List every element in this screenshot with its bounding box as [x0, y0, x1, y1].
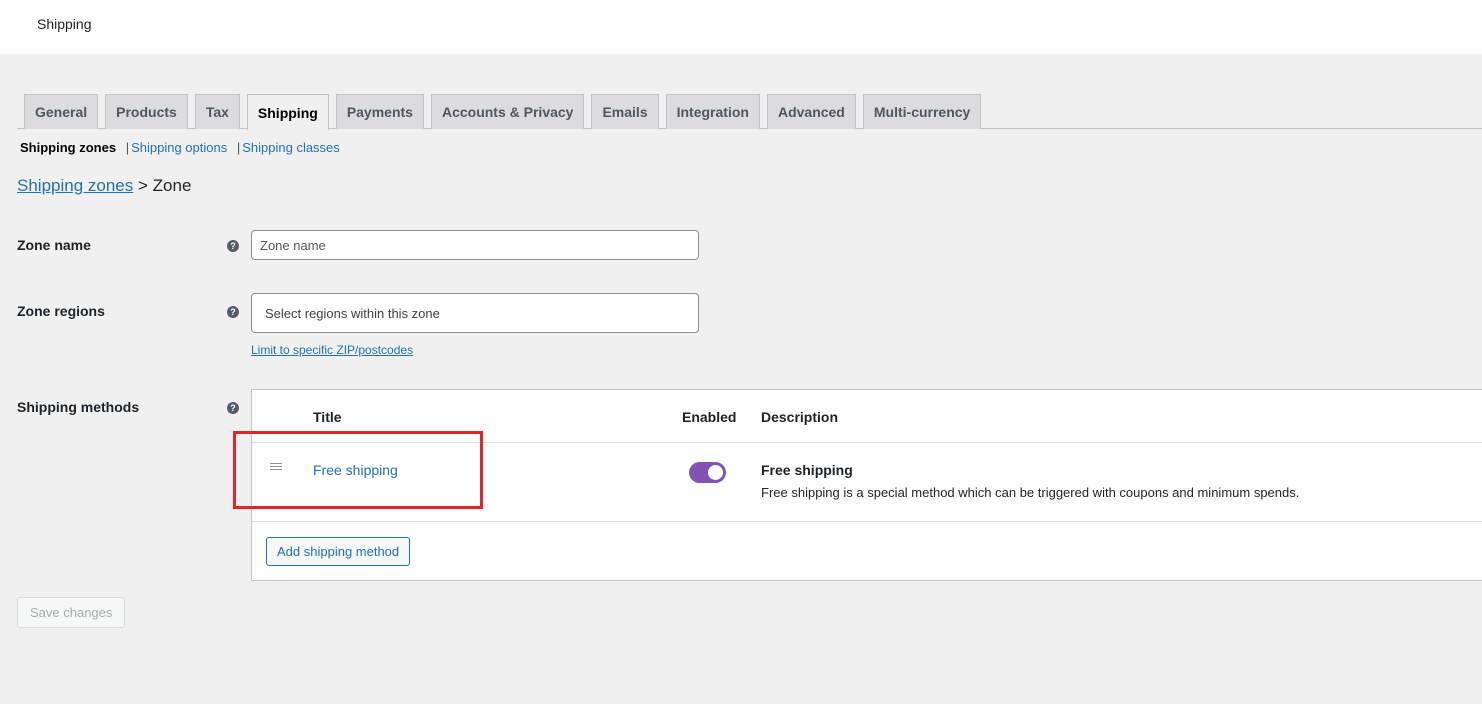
tab-accounts-privacy[interactable]: Accounts & Privacy	[430, 94, 585, 129]
method-description-title: Free shipping	[761, 462, 853, 478]
save-changes-button[interactable]: Save changes	[17, 597, 126, 628]
method-title-link[interactable]: Free shipping	[313, 462, 398, 478]
column-header-description: Description	[761, 409, 839, 425]
tab-multi-currency[interactable]: Multi-currency	[862, 94, 982, 129]
limit-postcodes-link[interactable]: Limit to specific ZIP/postcodes	[251, 343, 413, 357]
shipping-subnav: Shipping zones | Shipping options | Shippi…	[20, 140, 340, 155]
tab-payments[interactable]: Payments	[335, 94, 424, 129]
help-icon[interactable]: ?	[227, 402, 239, 414]
zone-regions-select[interactable]: Select regions within this zone	[251, 293, 699, 333]
zone-name-input[interactable]: Zone name	[251, 230, 699, 260]
breadcrumb: Shipping zones > Zone	[17, 176, 191, 196]
column-header-title: Title	[313, 409, 342, 425]
subnav-shipping-zones[interactable]: Shipping zones	[20, 140, 116, 155]
subnav-shipping-options[interactable]: Shipping options	[131, 140, 227, 155]
help-icon[interactable]: ?	[227, 306, 239, 318]
method-enabled-toggle[interactable]	[689, 462, 726, 483]
drag-handle-icon[interactable]	[270, 463, 282, 472]
settings-tabs: General Products Tax Shipping Payments A…	[24, 94, 982, 130]
tab-emails[interactable]: Emails	[591, 94, 659, 129]
zone-regions-label: Zone regions	[17, 303, 105, 319]
tab-tax[interactable]: Tax	[194, 94, 240, 129]
tab-shipping[interactable]: Shipping	[246, 94, 329, 130]
zone-name-label: Zone name	[17, 237, 91, 253]
subnav-separator: |	[125, 140, 130, 155]
breadcrumb-shipping-zones-link[interactable]: Shipping zones	[17, 176, 133, 195]
shipping-methods-label: Shipping methods	[17, 399, 140, 415]
tab-products[interactable]: Products	[105, 94, 188, 129]
help-icon[interactable]: ?	[227, 240, 239, 252]
shipping-methods-table: Title Enabled Description Free shipping …	[251, 389, 1482, 581]
header-divider	[252, 442, 1482, 443]
column-header-enabled: Enabled	[682, 409, 737, 425]
subnav-separator: |	[236, 140, 241, 155]
subnav-shipping-classes[interactable]: Shipping classes	[242, 140, 340, 155]
breadcrumb-separator: >	[138, 176, 148, 195]
top-bar: Shipping	[0, 0, 1482, 54]
method-description-text: Free shipping is a special method which …	[761, 485, 1300, 500]
toggle-knob	[708, 465, 723, 480]
page-title: Shipping	[37, 16, 92, 32]
tab-general[interactable]: General	[24, 94, 99, 129]
tab-advanced[interactable]: Advanced	[766, 94, 856, 129]
breadcrumb-current: Zone	[152, 176, 192, 195]
row-divider	[252, 521, 1482, 522]
add-shipping-method-button[interactable]: Add shipping method	[266, 537, 411, 566]
tab-integration[interactable]: Integration	[665, 94, 760, 129]
